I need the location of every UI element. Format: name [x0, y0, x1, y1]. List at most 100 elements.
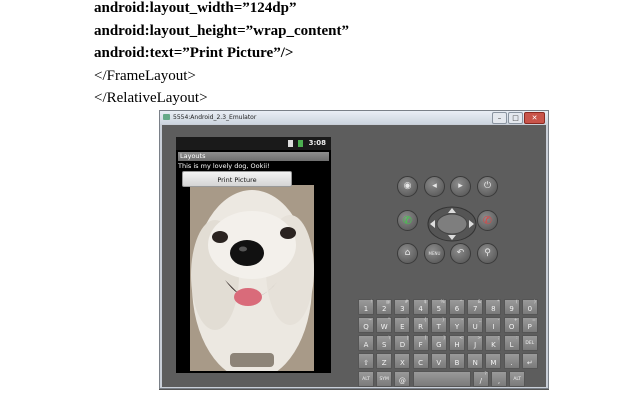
- key[interactable]: M: [485, 353, 502, 369]
- key[interactable]: D |: [394, 335, 411, 351]
- key[interactable]: J >: [467, 335, 484, 351]
- emulator-body: 3:08 Layouts This is my lovely dog, Ooki…: [162, 125, 546, 387]
- key[interactable]: 3 #: [394, 299, 411, 315]
- key-label: D: [399, 341, 406, 349]
- key[interactable]: X: [394, 353, 411, 369]
- app-title-bar: Layouts: [178, 152, 329, 161]
- key[interactable]: 2 @: [376, 299, 393, 315]
- key[interactable]: ,: [491, 371, 507, 387]
- key[interactable]: Q ~: [358, 317, 374, 333]
- key-label: DEL: [525, 341, 535, 346]
- hardware-keyboard: 1! 2 @3 #4 $5% 6 ^ 7 & 8 * 9(0) Q ~ W " E ` R{T} Y - U _ I - O + P…: [358, 299, 541, 389]
- key[interactable]: 5%: [430, 299, 447, 315]
- power-button[interactable]: ⏻: [477, 176, 498, 197]
- key[interactable]: DEL: [521, 335, 538, 351]
- key-symbol: &: [477, 300, 482, 305]
- back-button[interactable]: ↶: [450, 243, 471, 264]
- space-key[interactable]: [412, 371, 471, 387]
- key[interactable]: W ": [376, 317, 393, 333]
- window-title: 5554:Android_2.3_Emulator: [173, 114, 257, 121]
- status-bar: 3:08: [176, 137, 331, 150]
- end-call-button[interactable]: ✆: [477, 210, 498, 231]
- key[interactable]: @: [394, 371, 411, 387]
- key-symbol: }: [441, 318, 445, 323]
- key[interactable]: 1!: [358, 299, 374, 315]
- key[interactable]: P =: [521, 317, 538, 333]
- volume-up-icon: ▸: [458, 181, 463, 191]
- key-label: 6: [454, 305, 460, 313]
- key[interactable]: U _: [467, 317, 484, 333]
- key-label: 9: [509, 305, 514, 313]
- key-label: Y: [454, 323, 460, 331]
- key[interactable]: F[: [412, 335, 429, 351]
- key[interactable]: .: [503, 353, 520, 369]
- dog-photo: [190, 185, 314, 371]
- key[interactable]: R{: [412, 317, 429, 333]
- key[interactable]: ALT: [509, 371, 526, 387]
- key-label: H: [454, 341, 460, 349]
- print-picture-button[interactable]: Print Picture: [182, 171, 292, 187]
- key[interactable]: SYM: [376, 371, 393, 387]
- key-label: X: [399, 359, 405, 367]
- home-button[interactable]: ⌂: [397, 243, 418, 264]
- key-symbol: -: [497, 318, 500, 323]
- maximize-button[interactable]: □: [508, 112, 523, 124]
- code-line-layout-height: android:layout_height=”wrap_content”: [94, 23, 349, 39]
- key-label: P: [527, 323, 532, 331]
- call-button[interactable]: ✆: [397, 210, 418, 231]
- key[interactable]: L:: [503, 335, 520, 351]
- key-label: @: [398, 377, 406, 385]
- key[interactable]: ⇧: [358, 353, 374, 369]
- key[interactable]: S \: [376, 335, 393, 351]
- key-label: T: [436, 323, 441, 331]
- key-symbol: ?: [484, 372, 487, 377]
- key[interactable]: I-: [485, 317, 502, 333]
- key[interactable]: 6 ^: [449, 299, 465, 315]
- key-symbol: ;: [497, 336, 500, 341]
- key-label: V: [436, 359, 442, 367]
- key[interactable]: B: [449, 353, 465, 369]
- key[interactable]: 4 $: [412, 299, 429, 315]
- end-call-icon: ✆: [482, 214, 493, 227]
- white-dog-photo-icon: [190, 185, 314, 371]
- key[interactable]: 7 &: [467, 299, 484, 315]
- minimize-button[interactable]: –: [492, 112, 507, 124]
- key-label: ,: [497, 377, 501, 385]
- device-screen: 3:08 Layouts This is my lovely dog, Ooki…: [176, 137, 331, 373]
- volume-down-button[interactable]: ◂: [424, 176, 445, 197]
- camera-button[interactable]: ◉: [397, 176, 418, 197]
- key[interactable]: K;: [485, 335, 502, 351]
- key[interactable]: T}: [430, 317, 447, 333]
- key[interactable]: O +: [503, 317, 520, 333]
- volume-up-button[interactable]: ▸: [450, 176, 471, 197]
- key[interactable]: 0): [521, 299, 538, 315]
- menu-button[interactable]: MENU: [424, 243, 445, 264]
- key[interactable]: ALT: [358, 371, 374, 387]
- search-icon: ⚲: [484, 248, 491, 258]
- key-symbol: `: [406, 318, 409, 323]
- key[interactable]: H <: [449, 335, 465, 351]
- key[interactable]: 9(: [503, 299, 520, 315]
- key[interactable]: G]: [430, 335, 447, 351]
- key[interactable]: Y-: [449, 317, 465, 333]
- emulator-figure: 5554:Android_2.3_Emulator – □ ✕ 3:08 Lay…: [159, 110, 549, 390]
- key-symbol: =: [532, 318, 536, 323]
- key[interactable]: E `: [394, 317, 411, 333]
- key[interactable]: Z: [376, 353, 393, 369]
- key[interactable]: N: [467, 353, 484, 369]
- key-label: F: [418, 341, 423, 349]
- key[interactable]: 8 *: [485, 299, 502, 315]
- key[interactable]: ↵: [521, 353, 538, 369]
- key[interactable]: C: [412, 353, 429, 369]
- key-label: L: [509, 341, 514, 349]
- key-label: SYM: [379, 377, 389, 382]
- key[interactable]: A: [358, 335, 374, 351]
- key-symbol: (: [515, 300, 518, 305]
- key[interactable]: V: [430, 353, 447, 369]
- camera-icon: ◉: [403, 181, 412, 191]
- close-button[interactable]: ✕: [524, 112, 545, 124]
- key[interactable]: /?: [472, 371, 489, 387]
- key-label: 0: [527, 305, 533, 313]
- search-button[interactable]: ⚲: [477, 243, 498, 264]
- dpad[interactable]: [427, 206, 477, 242]
